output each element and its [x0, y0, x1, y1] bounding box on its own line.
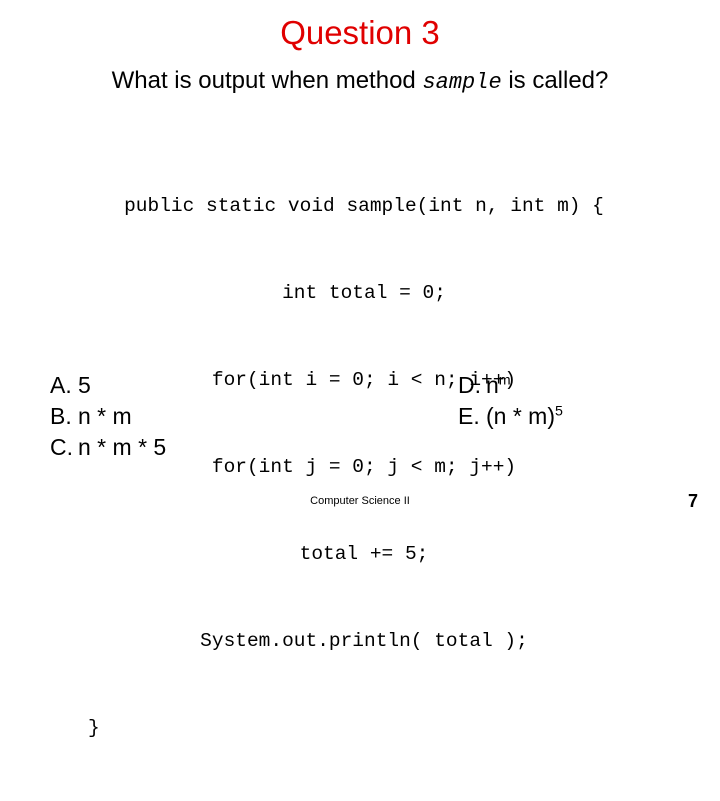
code-line: total += 5; — [299, 543, 429, 565]
answer-option-d[interactable]: D. nm — [458, 370, 708, 401]
answer-marker: D. — [458, 372, 481, 398]
answer-label: n * m — [78, 403, 132, 429]
answer-superscript: 5 — [555, 403, 563, 420]
answer-option-e[interactable]: E. (n * m)5 — [458, 401, 708, 432]
slide: Question 3 What is output when method sa… — [0, 0, 720, 739]
answer-label: (n * m)5 — [486, 403, 563, 429]
question-suffix: is called? — [501, 67, 609, 94]
answer-option-a[interactable]: A. 5 — [50, 370, 430, 401]
answer-marker: C. — [50, 434, 73, 460]
answer-marker: A. — [50, 372, 72, 398]
slide-footer: Computer Science II — [310, 495, 410, 507]
answer-label: nm — [486, 372, 511, 398]
question-prompt: What is output when method sample is cal… — [0, 66, 720, 98]
answer-list-right: D. nm E. (n * m)5 — [458, 370, 708, 432]
answer-option-c[interactable]: C. n * m * 5 — [50, 432, 430, 463]
code-block: public static void sample(int n, int m) … — [88, 134, 640, 801]
code-line: public static void sample(int n, int m) … — [124, 195, 604, 217]
code-line: int total = 0; — [282, 282, 446, 304]
answer-list-left: A. 5 B. n * m C. n * m * 5 — [50, 370, 430, 463]
code-line: System.out.println( total ); — [200, 630, 528, 652]
answer-label: n * m * 5 — [78, 434, 167, 460]
code-line: } — [88, 717, 100, 739]
slide-title: Question 3 — [280, 14, 440, 51]
page-number: 7 — [687, 491, 698, 511]
answer-marker: E. — [458, 403, 480, 429]
answer-label: 5 — [78, 372, 91, 398]
answer-marker: B. — [50, 403, 72, 429]
question-method-name: sample — [422, 70, 502, 95]
answer-option-b[interactable]: B. n * m — [50, 401, 430, 432]
question-prefix: What is output when method — [111, 67, 423, 94]
answer-superscript: m — [498, 372, 511, 389]
